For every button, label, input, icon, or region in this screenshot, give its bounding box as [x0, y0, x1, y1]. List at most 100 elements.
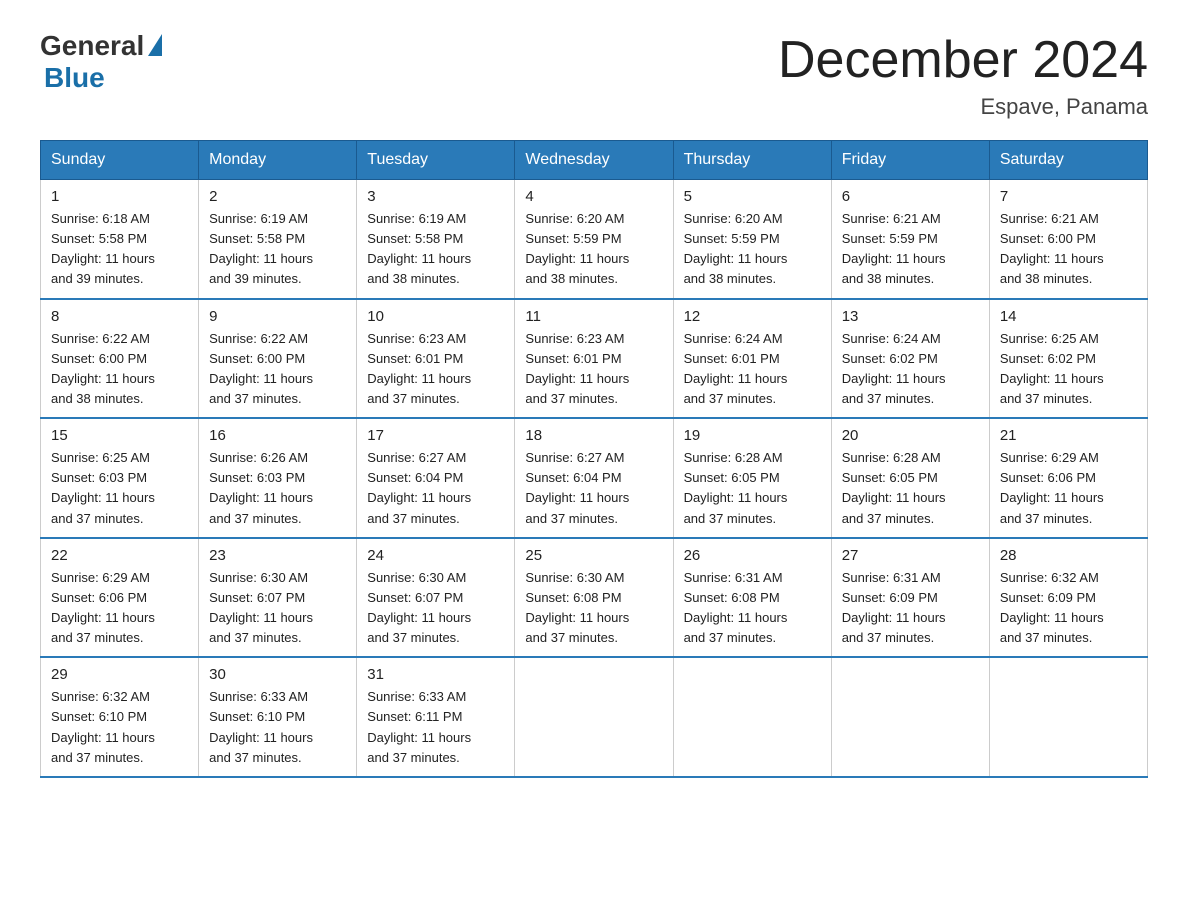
day-number: 25 [525, 547, 662, 564]
calendar-cell: 4 Sunrise: 6:20 AMSunset: 5:59 PMDaylight… [515, 180, 673, 299]
header-thursday: Thursday [673, 141, 831, 180]
day-info: Sunrise: 6:23 AMSunset: 6:01 PMDaylight:… [367, 329, 504, 410]
calendar-cell: 2 Sunrise: 6:19 AMSunset: 5:58 PMDaylight… [199, 180, 357, 299]
week-row-3: 15Sunrise: 6:25 AMSunset: 6:03 PMDayligh… [41, 418, 1148, 538]
calendar-cell: 31Sunrise: 6:33 AMSunset: 6:11 PMDayligh… [357, 657, 515, 777]
calendar-cell: 26 Sunrise: 6:31 AMSunset: 6:08 PMDayligh… [673, 538, 831, 658]
header-friday: Friday [831, 141, 989, 180]
header-sunday: Sunday [41, 141, 199, 180]
calendar-cell: 9 Sunrise: 6:22 AMSunset: 6:00 PMDaylight… [199, 299, 357, 419]
calendar-cell: 25Sunrise: 6:30 AMSunset: 6:08 PMDayligh… [515, 538, 673, 658]
day-info: Sunrise: 6:26 AMSunset: 6:03 PMDaylight:… [209, 448, 346, 529]
calendar-cell: 27 Sunrise: 6:31 AMSunset: 6:09 PMDayligh… [831, 538, 989, 658]
calendar-cell: 1 Sunrise: 6:18 AMSunset: 5:58 PMDaylight… [41, 180, 199, 299]
header-monday: Monday [199, 141, 357, 180]
calendar-table: SundayMondayTuesdayWednesdayThursdayFrid… [40, 140, 1148, 778]
calendar-cell: 29 Sunrise: 6:32 AMSunset: 6:10 PMDayligh… [41, 657, 199, 777]
week-row-1: 1 Sunrise: 6:18 AMSunset: 5:58 PMDaylight… [41, 180, 1148, 299]
day-info: Sunrise: 6:20 AMSunset: 5:59 PMDaylight:… [525, 209, 662, 290]
page-header: General Blue December 2024 Espave, Panam… [40, 30, 1148, 120]
logo: General Blue [40, 30, 162, 94]
header-saturday: Saturday [989, 141, 1147, 180]
header-wednesday: Wednesday [515, 141, 673, 180]
calendar-cell: 24 Sunrise: 6:30 AMSunset: 6:07 PMDayligh… [357, 538, 515, 658]
day-number: 9 [209, 308, 346, 325]
day-number: 13 [842, 308, 979, 325]
calendar-cell [673, 657, 831, 777]
calendar-cell [831, 657, 989, 777]
day-number: 18 [525, 427, 662, 444]
day-info: Sunrise: 6:19 AMSunset: 5:58 PMDaylight:… [209, 209, 346, 290]
day-info: Sunrise: 6:29 AMSunset: 6:06 PMDaylight:… [51, 568, 188, 649]
calendar-cell: 11Sunrise: 6:23 AMSunset: 6:01 PMDayligh… [515, 299, 673, 419]
day-number: 12 [684, 308, 821, 325]
logo-blue-text: Blue [44, 62, 105, 94]
calendar-cell: 18Sunrise: 6:27 AMSunset: 6:04 PMDayligh… [515, 418, 673, 538]
calendar-cell: 16 Sunrise: 6:26 AMSunset: 6:03 PMDayligh… [199, 418, 357, 538]
day-number: 24 [367, 547, 504, 564]
calendar-cell: 19 Sunrise: 6:28 AMSunset: 6:05 PMDayligh… [673, 418, 831, 538]
day-info: Sunrise: 6:28 AMSunset: 6:05 PMDaylight:… [684, 448, 821, 529]
day-number: 4 [525, 188, 662, 205]
day-number: 11 [525, 308, 662, 325]
calendar-cell: 13 Sunrise: 6:24 AMSunset: 6:02 PMDayligh… [831, 299, 989, 419]
day-info: Sunrise: 6:22 AMSunset: 6:00 PMDaylight:… [209, 329, 346, 410]
calendar-cell [989, 657, 1147, 777]
title-block: December 2024 Espave, Panama [778, 30, 1148, 120]
day-number: 6 [842, 188, 979, 205]
day-number: 3 [367, 188, 504, 205]
day-number: 1 [51, 188, 188, 205]
day-info: Sunrise: 6:29 AMSunset: 6:06 PMDaylight:… [1000, 448, 1137, 529]
calendar-cell: 23Sunrise: 6:30 AMSunset: 6:07 PMDayligh… [199, 538, 357, 658]
location-text: Espave, Panama [778, 94, 1148, 120]
day-info: Sunrise: 6:21 AMSunset: 5:59 PMDaylight:… [842, 209, 979, 290]
calendar-cell: 28 Sunrise: 6:32 AMSunset: 6:09 PMDayligh… [989, 538, 1147, 658]
day-info: Sunrise: 6:24 AMSunset: 6:01 PMDaylight:… [684, 329, 821, 410]
calendar-cell: 30 Sunrise: 6:33 AMSunset: 6:10 PMDayligh… [199, 657, 357, 777]
day-info: Sunrise: 6:24 AMSunset: 6:02 PMDaylight:… [842, 329, 979, 410]
month-title: December 2024 [778, 30, 1148, 90]
day-info: Sunrise: 6:28 AMSunset: 6:05 PMDaylight:… [842, 448, 979, 529]
day-number: 5 [684, 188, 821, 205]
week-row-5: 29 Sunrise: 6:32 AMSunset: 6:10 PMDayligh… [41, 657, 1148, 777]
calendar-header-row: SundayMondayTuesdayWednesdayThursdayFrid… [41, 141, 1148, 180]
day-info: Sunrise: 6:30 AMSunset: 6:07 PMDaylight:… [367, 568, 504, 649]
day-info: Sunrise: 6:32 AMSunset: 6:09 PMDaylight:… [1000, 568, 1137, 649]
day-number: 31 [367, 666, 504, 683]
day-number: 26 [684, 547, 821, 564]
day-number: 16 [209, 427, 346, 444]
day-number: 23 [209, 547, 346, 564]
logo-triangle-icon [148, 34, 162, 56]
day-number: 19 [684, 427, 821, 444]
day-number: 30 [209, 666, 346, 683]
day-number: 21 [1000, 427, 1137, 444]
calendar-cell: 21 Sunrise: 6:29 AMSunset: 6:06 PMDayligh… [989, 418, 1147, 538]
calendar-cell: 8Sunrise: 6:22 AMSunset: 6:00 PMDaylight… [41, 299, 199, 419]
day-number: 28 [1000, 547, 1137, 564]
day-number: 15 [51, 427, 188, 444]
day-number: 27 [842, 547, 979, 564]
week-row-4: 22 Sunrise: 6:29 AMSunset: 6:06 PMDayligh… [41, 538, 1148, 658]
calendar-cell: 10 Sunrise: 6:23 AMSunset: 6:01 PMDayligh… [357, 299, 515, 419]
calendar-cell: 12 Sunrise: 6:24 AMSunset: 6:01 PMDayligh… [673, 299, 831, 419]
day-number: 8 [51, 308, 188, 325]
day-number: 7 [1000, 188, 1137, 205]
day-info: Sunrise: 6:32 AMSunset: 6:10 PMDaylight:… [51, 687, 188, 768]
day-number: 20 [842, 427, 979, 444]
day-number: 14 [1000, 308, 1137, 325]
day-info: Sunrise: 6:18 AMSunset: 5:58 PMDaylight:… [51, 209, 188, 290]
calendar-cell: 22 Sunrise: 6:29 AMSunset: 6:06 PMDayligh… [41, 538, 199, 658]
calendar-cell: 3 Sunrise: 6:19 AMSunset: 5:58 PMDaylight… [357, 180, 515, 299]
calendar-cell: 17Sunrise: 6:27 AMSunset: 6:04 PMDayligh… [357, 418, 515, 538]
calendar-cell: 15Sunrise: 6:25 AMSunset: 6:03 PMDayligh… [41, 418, 199, 538]
day-info: Sunrise: 6:25 AMSunset: 6:02 PMDaylight:… [1000, 329, 1137, 410]
day-number: 22 [51, 547, 188, 564]
day-number: 29 [51, 666, 188, 683]
day-number: 10 [367, 308, 504, 325]
day-info: Sunrise: 6:31 AMSunset: 6:08 PMDaylight:… [684, 568, 821, 649]
day-info: Sunrise: 6:31 AMSunset: 6:09 PMDaylight:… [842, 568, 979, 649]
day-info: Sunrise: 6:33 AMSunset: 6:10 PMDaylight:… [209, 687, 346, 768]
day-number: 2 [209, 188, 346, 205]
calendar-cell: 14 Sunrise: 6:25 AMSunset: 6:02 PMDayligh… [989, 299, 1147, 419]
day-info: Sunrise: 6:19 AMSunset: 5:58 PMDaylight:… [367, 209, 504, 290]
